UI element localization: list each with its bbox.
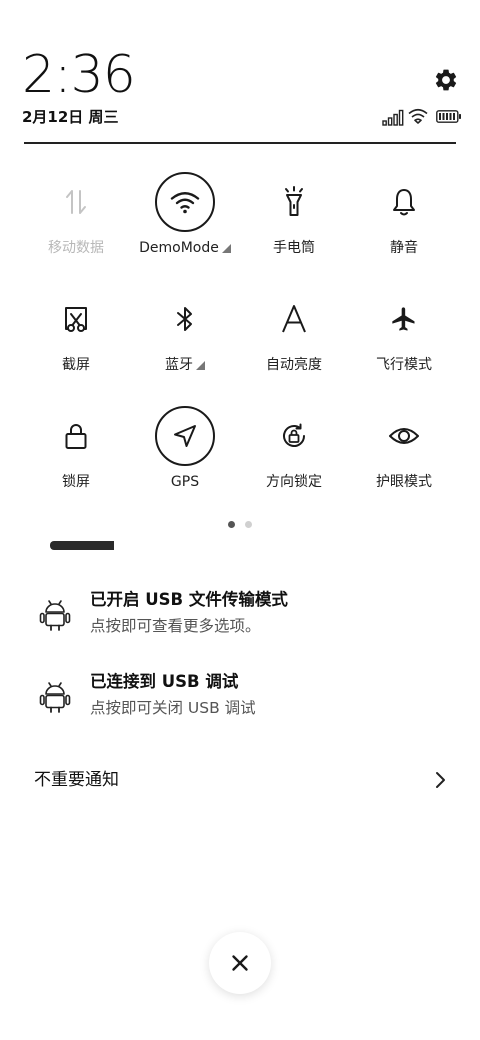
drag-handle[interactable] [50,541,114,550]
close-icon [232,955,248,971]
flashlight-icon [285,186,303,216]
lock-icon [65,424,87,449]
wifi-icon [170,192,200,214]
tile-label: 锁屏 [62,474,90,490]
date-label: 2月12日 周三 [22,108,119,126]
tile-wifi[interactable]: DemoMode [133,172,237,282]
tile-label: 手电筒 [273,240,315,256]
battery-icon [436,110,461,123]
tile-label: 截屏 [62,357,90,373]
eye-icon [389,428,419,444]
notification-title: 已开启 USB 文件传输模式 [90,590,288,609]
tile-label: GPS [170,474,200,490]
bluetooth-icon [177,307,192,331]
page-indicator-dot [245,521,252,528]
gear-icon [435,69,457,91]
tile-lock-screen[interactable]: 锁屏 [24,406,128,516]
tile-label: 方向锁定 [266,474,322,490]
tile-screenshot[interactable]: 截屏 [24,289,128,399]
android-icon [39,600,71,631]
tile-label: 移动数据 [48,240,104,256]
notification-title: 已连接到 USB 调试 [90,672,239,691]
unimportant-notifications-label: 不重要通知 [34,770,119,790]
expand-caret-icon [221,244,231,253]
wifi-icon [408,108,428,124]
tile-flashlight[interactable]: 手电筒 [242,172,346,282]
expand-caret-icon [196,361,205,370]
status-bar-icons [382,106,462,128]
page-indicator-dot-active [228,521,235,528]
tile-auto-brightness[interactable]: 自动亮度 [242,289,346,399]
location-arrow-icon [174,425,196,447]
header-divider [24,142,456,144]
tile-silent[interactable]: 静音 [352,172,456,282]
notification-usb-file-transfer[interactable]: 已开启 USB 文件传输模式 点按即可查看更多选项。 [0,588,480,654]
tile-label: 飞行模式 [376,357,432,373]
screenshot-icon [65,307,87,332]
tile-airplane-mode[interactable]: 飞行模式 [352,289,456,399]
notification-usb-debugging[interactable]: 已连接到 USB 调试 点按即可关闭 USB 调试 [0,670,480,736]
settings-button[interactable] [430,64,462,96]
tile-label: 护眼模式 [376,474,432,490]
bell-icon [393,189,415,216]
chevron-right-icon [436,772,445,788]
tile-rotation-lock[interactable]: 方向锁定 [242,406,346,516]
tile-label: DemoMode [133,238,237,258]
dismiss-all-button[interactable] [209,932,271,994]
tile-bluetooth[interactable]: 蓝牙 [133,289,237,399]
airplane-icon [392,307,415,331]
tile-eye-comfort[interactable]: 护眼模式 [352,406,456,516]
rotation-lock-icon [283,423,305,447]
tile-gps[interactable]: GPS [133,406,237,516]
mobile-data-icon [66,190,86,214]
android-icon [39,682,71,713]
clock: 2:36 [22,45,136,105]
tile-mobile-data[interactable]: 移动数据 [24,172,128,282]
signal-icon [382,109,404,126]
notification-body: 点按即可查看更多选项。 [90,617,261,635]
auto-brightness-icon [282,305,306,333]
tile-label: 蓝牙 [133,355,237,375]
unimportant-notifications-row[interactable]: 不重要通知 [0,762,480,798]
notification-body: 点按即可关闭 USB 调试 [90,699,256,717]
tile-label: 自动亮度 [266,357,322,373]
tile-label: 静音 [390,240,418,256]
